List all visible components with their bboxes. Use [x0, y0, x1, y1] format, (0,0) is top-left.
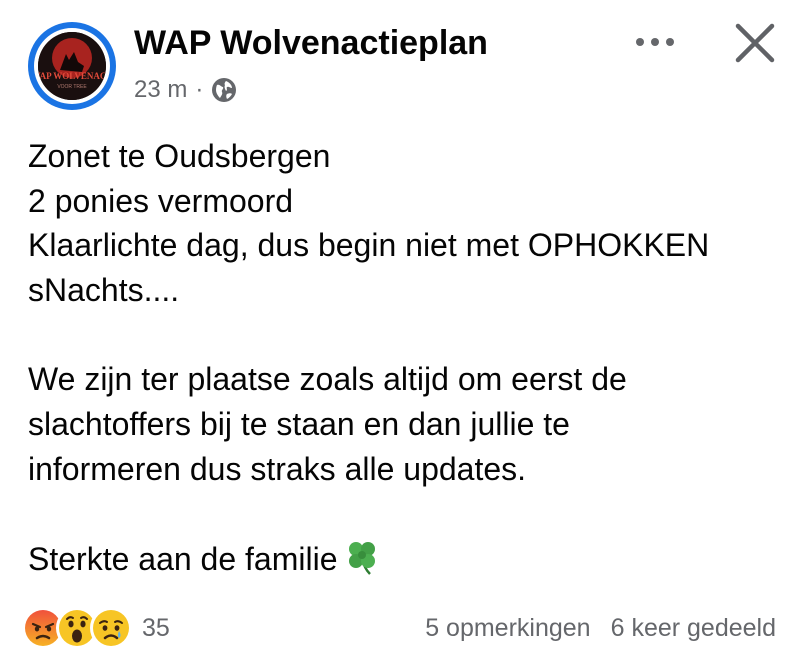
post-meta: 23 m · — [134, 74, 237, 106]
meta-separator: · — [195, 76, 204, 103]
post-line: informeren dus straks alle updates. — [28, 450, 527, 487]
svg-text:VOOR TREE: VOOR TREE — [57, 84, 87, 90]
post-line: Klaarlichte dag, dus begin niet met OPHO… — [28, 227, 710, 264]
post-footer: 35 5 opmerkingen 6 keer gedeeld — [22, 606, 776, 650]
four-leaf-clover-icon — [342, 536, 382, 588]
globe-icon[interactable] — [211, 77, 237, 103]
post-line-last: Sterkte aan de familie — [28, 536, 788, 581]
reaction-count: 35 — [142, 613, 170, 642]
comments-link[interactable]: 5 opmerkingen — [425, 614, 590, 643]
post-line: 2 ponies vermoord — [28, 182, 294, 219]
post-line: We zijn ter plaatse zoals altijd om eers… — [28, 361, 627, 398]
sad-reaction-icon — [90, 607, 132, 649]
close-button[interactable] — [728, 16, 782, 70]
post-stats: 5 opmerkingen 6 keer gedeeld — [425, 614, 776, 643]
page-name-link[interactable]: WAP Wolvenactieplan — [134, 24, 488, 63]
more-dots-icon — [636, 38, 674, 46]
close-icon — [735, 23, 775, 63]
post-line: slachtoffers bij te staan en dan jullie … — [28, 406, 570, 443]
more-options-button[interactable] — [632, 26, 678, 58]
shares-link[interactable]: 6 keer gedeeld — [611, 614, 776, 643]
post-line: Zonet te Oudsbergen — [28, 138, 331, 174]
post-line: sNachts.... — [28, 272, 180, 309]
post-body: Zonet te Oudsbergen 2 ponies vermoord Kl… — [28, 134, 788, 581]
reactions-summary[interactable]: 35 — [22, 607, 170, 649]
avatar-logo: WAP WOLVENACT VOOR TREE — [38, 32, 106, 100]
post-timestamp[interactable]: 23 m — [134, 76, 187, 104]
svg-text:WAP WOLVENACT: WAP WOLVENACT — [38, 71, 106, 81]
page-avatar[interactable]: WAP WOLVENACT VOOR TREE — [28, 22, 116, 110]
